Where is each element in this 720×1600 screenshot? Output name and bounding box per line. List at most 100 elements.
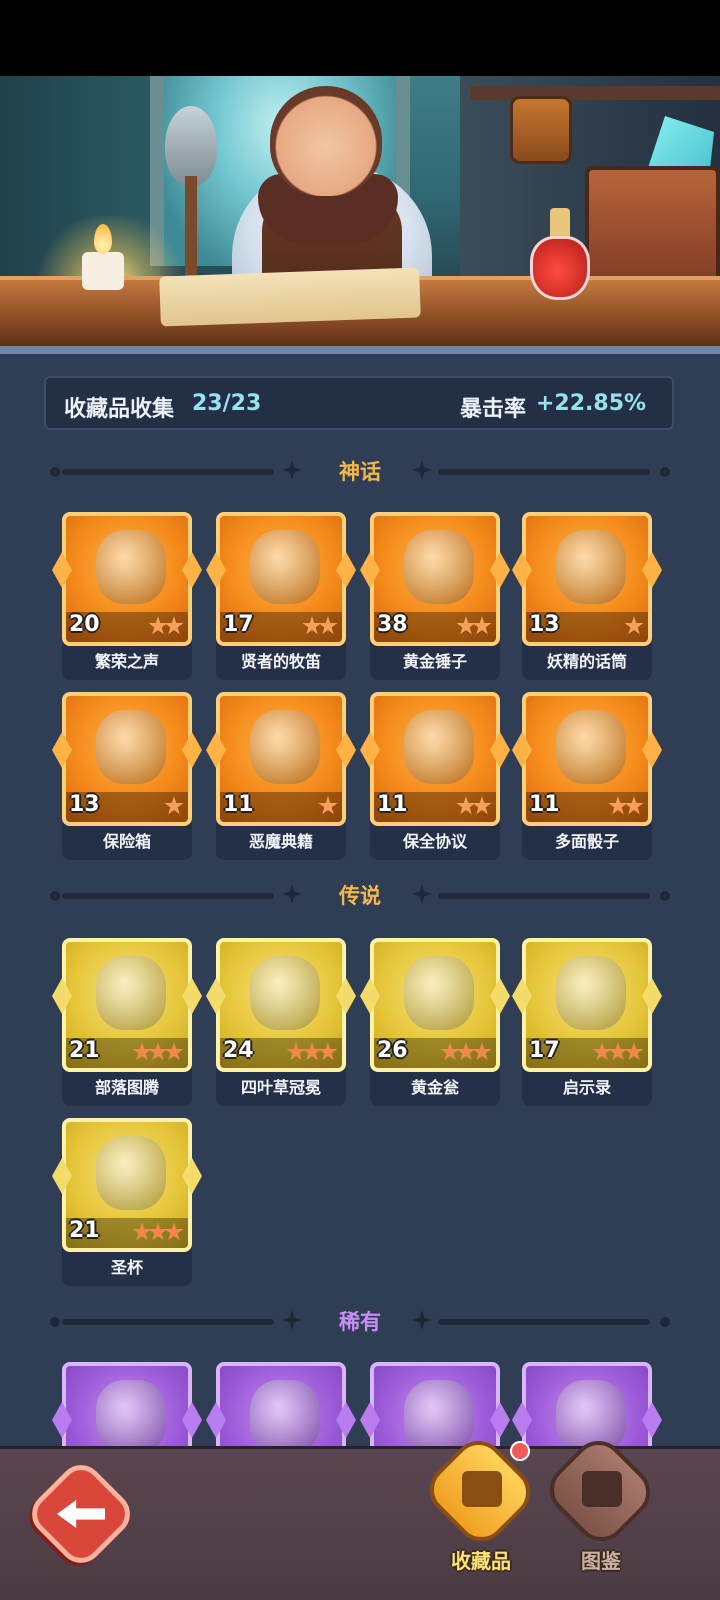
banner-shelf — [470, 86, 720, 100]
polyhedral-dice-icon — [556, 710, 626, 784]
item-level: 13 — [529, 612, 560, 637]
collectible-card[interactable]: 17 贤者的牧笛 — [206, 512, 356, 680]
collectible-card[interactable]: 11 多面骰子 — [512, 692, 662, 860]
tribal-totem-icon — [96, 956, 166, 1030]
collectible-card[interactable] — [52, 1362, 202, 1448]
star-icon — [624, 1042, 644, 1061]
card-frame: 17 — [216, 512, 346, 646]
lyre-icon — [462, 1471, 502, 1507]
card-frame: 13 — [522, 512, 652, 646]
star-rating — [148, 616, 184, 638]
tab-codex[interactable]: 图鉴 — [539, 1430, 661, 1587]
section-title-legendary: 传说 — [339, 884, 381, 908]
star-icon — [624, 796, 644, 815]
star-icon — [164, 1042, 184, 1061]
collectible-card[interactable]: 26 黄金瓮 — [360, 938, 510, 1106]
shovel-handle — [185, 176, 197, 286]
item-level: 26 — [377, 1038, 408, 1063]
collectible-card[interactable]: 21 圣杯 — [52, 1118, 202, 1286]
item-level: 20 — [69, 612, 100, 637]
notification-dot — [510, 1441, 530, 1461]
crit-rate-label: 暴击率 — [460, 397, 527, 422]
collectible-card[interactable]: 13 妖精的话筒 — [512, 512, 662, 680]
collectible-card[interactable]: 11 恶魔典籍 — [206, 692, 356, 860]
tab-collectibles-label: 收藏品 — [451, 1549, 511, 1573]
collectible-card[interactable]: 21 部落图腾 — [52, 938, 202, 1106]
collectible-card[interactable]: 17 启示录 — [512, 938, 662, 1106]
card-frame: 26 — [370, 938, 500, 1072]
shop-banner-illustration — [0, 76, 720, 354]
card-frame: 11 — [216, 692, 346, 826]
collection-panel[interactable]: 收藏品收集 23/23 暴击率 +22.85% 神话 20 繁荣之声 17 贤者的牧笛… — [0, 354, 720, 1448]
collectible-card[interactable]: 13 保险箱 — [52, 692, 202, 860]
golden-hammer-icon — [404, 530, 474, 604]
star-icon — [302, 1042, 322, 1061]
star-icon — [472, 1042, 492, 1061]
card-frame — [216, 1362, 346, 1448]
section-header-mythic: 神话 — [0, 452, 720, 492]
star-rating — [302, 616, 338, 638]
star-icon — [148, 1042, 168, 1061]
star-icon — [164, 1222, 184, 1241]
candle-icon — [82, 252, 124, 290]
item-name: 圣杯 — [110, 1258, 143, 1277]
phoenix-feather-icon — [250, 1380, 320, 1448]
star-icon — [472, 616, 492, 635]
book-icon — [582, 1471, 622, 1507]
card-frame: 21 — [62, 1118, 192, 1252]
item-name: 四叶草冠冕 — [240, 1078, 321, 1097]
section-title-rare: 稀有 — [339, 1310, 381, 1334]
fairy-microphone-icon — [556, 530, 626, 604]
item-level: 38 — [377, 612, 408, 637]
collectible-card[interactable]: 20 繁荣之声 — [52, 512, 202, 680]
collection-stats-bar: 收藏品收集 23/23 暴击率 +22.85% — [44, 376, 674, 430]
collectible-card[interactable] — [206, 1362, 356, 1448]
collectible-card[interactable]: 38 黄金锤子 — [360, 512, 510, 680]
red-potion-icon — [530, 236, 590, 300]
card-frame — [522, 1362, 652, 1448]
collectible-card[interactable] — [512, 1362, 662, 1448]
card-frame: 21 — [62, 938, 192, 1072]
holy-grail-icon — [96, 1136, 166, 1210]
star-rating — [164, 796, 184, 818]
tab-collectibles[interactable]: 收藏品 — [419, 1430, 541, 1587]
star-icon — [472, 796, 492, 815]
item-level: 21 — [69, 1218, 100, 1243]
card-frame: 24 — [216, 938, 346, 1072]
collectible-card[interactable]: 11 保全协议 — [360, 692, 510, 860]
collectible-card[interactable] — [360, 1362, 510, 1448]
item-name: 黄金锤子 — [402, 652, 467, 671]
bottom-nav-bar: 收藏品 图鉴 — [0, 1430, 720, 1600]
item-level: 11 — [377, 792, 408, 817]
tiki-mask-icon — [510, 96, 572, 164]
item-level: 17 — [223, 612, 254, 637]
star-rating — [608, 796, 644, 818]
item-level: 13 — [69, 792, 100, 817]
item-level: 11 — [529, 792, 560, 817]
card-frame: 11 — [522, 692, 652, 826]
star-icon — [456, 1042, 476, 1061]
star-rating — [286, 1042, 338, 1064]
golden-urn-icon — [404, 956, 474, 1030]
item-level: 17 — [529, 1038, 560, 1063]
item-name: 部落图腾 — [94, 1078, 159, 1097]
star-icon — [318, 616, 338, 635]
star-rating — [440, 1042, 492, 1064]
crit-rate-value: +22.85% — [536, 391, 647, 416]
card-frame — [62, 1362, 192, 1448]
thorn-vine-icon — [96, 1380, 166, 1448]
banner-bottom-edge — [0, 346, 720, 354]
back-button[interactable] — [23, 1456, 139, 1572]
item-name: 多面骰子 — [554, 832, 619, 851]
star-rating — [456, 796, 492, 818]
shovel-icon — [165, 106, 217, 186]
blue-shell-icon — [96, 530, 166, 604]
collection-count-label: 收藏品收集 — [64, 397, 175, 422]
star-icon — [164, 616, 184, 635]
star-icon — [608, 1042, 628, 1061]
card-frame: 17 — [522, 938, 652, 1072]
collectible-card[interactable]: 24 四叶草冠冕 — [206, 938, 356, 1106]
tab-codex-label: 图鉴 — [581, 1549, 621, 1573]
section-title-mythic: 神话 — [339, 460, 381, 484]
star-rating — [592, 1042, 644, 1064]
